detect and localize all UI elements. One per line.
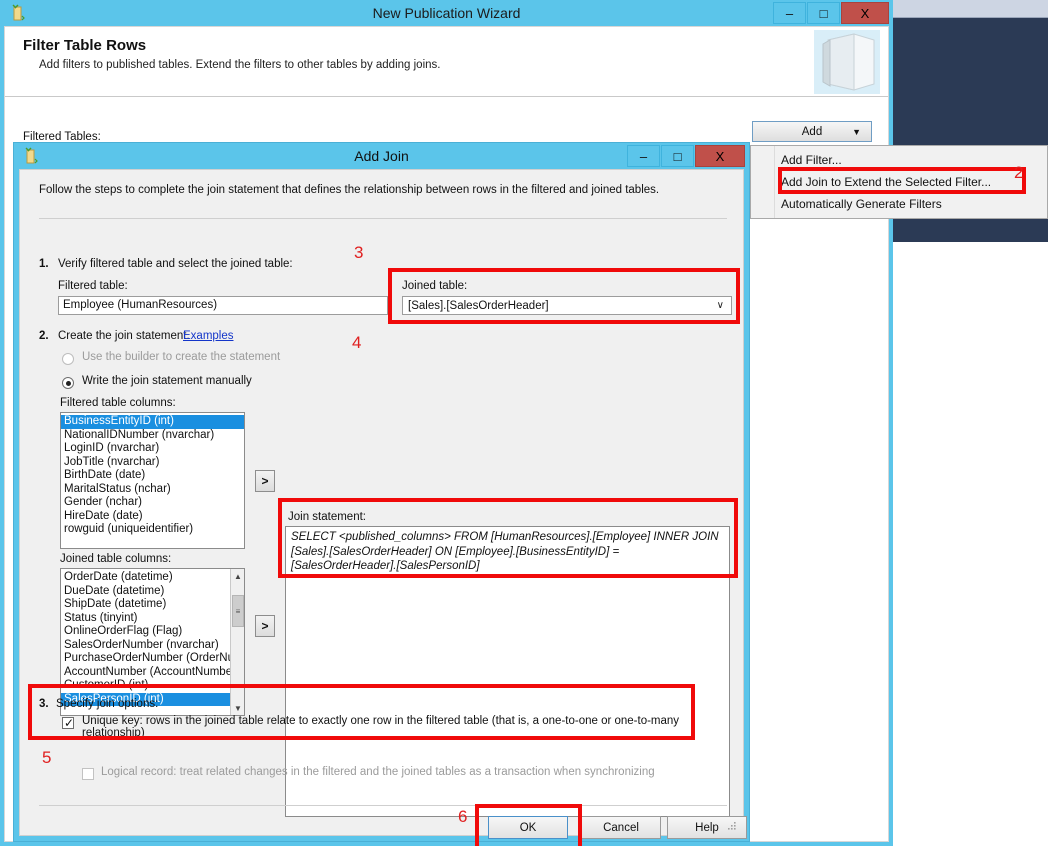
wizard-maximize-button[interactable]: □ — [807, 2, 840, 24]
list-item[interactable]: SalesOrderNumber (nvarchar) — [61, 639, 244, 653]
radio-write-manually-label: Write the join statement manually — [82, 375, 252, 387]
list-item[interactable]: JobTitle (nvarchar) — [61, 456, 244, 470]
divider-footer — [39, 805, 727, 806]
annotation-highlight-add-join — [778, 167, 1026, 194]
filtered-table-field: Employee (HumanResources) — [58, 296, 388, 315]
dialog-minimize-button[interactable]: – — [627, 145, 660, 167]
wizard-close-button[interactable]: X — [841, 2, 889, 24]
list-item[interactable]: DueDate (datetime) — [61, 585, 244, 599]
dialog-intro-text: Follow the steps to complete the join st… — [39, 184, 659, 196]
annotation-highlight-joined-table — [388, 268, 740, 324]
list-item[interactable]: Status (tinyint) — [61, 612, 244, 626]
wizard-window-controls: – □ X — [772, 2, 889, 24]
scrollbar-thumb[interactable]: ≡ — [232, 595, 244, 627]
divider-top — [39, 218, 727, 219]
list-item[interactable]: AccountNumber (AccountNumber) — [61, 666, 244, 680]
wizard-title-text: New Publication Wizard — [0, 0, 893, 26]
list-item[interactable]: BusinessEntityID (int) — [61, 415, 244, 429]
cancel-button[interactable]: Cancel — [581, 816, 661, 839]
list-item[interactable]: HireDate (date) — [61, 510, 244, 524]
radio-selected-dot — [66, 381, 71, 386]
annotation-marker-5: 5 — [42, 748, 51, 768]
dialog-maximize-button[interactable]: □ — [661, 145, 694, 167]
list-item[interactable]: rowguid (uniqueidentifier) — [61, 523, 244, 537]
chevron-down-icon: ▼ — [852, 127, 861, 137]
list-item[interactable]: Gender (nchar) — [61, 496, 244, 510]
add-button-label: Add — [802, 126, 822, 138]
examples-link[interactable]: Examples — [183, 330, 234, 342]
annotation-marker-3: 3 — [354, 243, 363, 263]
move-filtered-column-button[interactable]: > — [255, 470, 275, 492]
annotation-marker-2: 2 — [1014, 163, 1023, 183]
radio-use-builder-label: Use the builder to create the statement — [82, 351, 280, 363]
annotation-highlight-ok — [475, 804, 582, 846]
wizard-header: Filter Table Rows Add filters to publish… — [5, 27, 888, 97]
menu-item-automatically-generate-filters[interactable]: Automatically Generate Filters — [781, 193, 942, 215]
list-item[interactable]: MaritalStatus (nchar) — [61, 483, 244, 497]
list-item[interactable]: OnlineOrderFlag (Flag) — [61, 625, 244, 639]
annotation-marker-4: 4 — [352, 333, 361, 353]
page-subtitle: Add filters to published tables. Extend … — [39, 59, 440, 71]
resize-grip-icon[interactable] — [727, 821, 737, 831]
annotation-marker-6: 6 — [458, 807, 467, 827]
list-item[interactable]: NationalIDNumber (nvarchar) — [61, 429, 244, 443]
dialog-content: Follow the steps to complete the join st… — [19, 169, 744, 836]
list-item[interactable]: PurchaseOrderNumber (OrderNum — [61, 652, 244, 666]
step1-text: Verify filtered table and select the joi… — [58, 258, 293, 270]
dialog-title-bar[interactable]: Add Join – □ X — [14, 143, 749, 169]
wizard-title-bar[interactable]: New Publication Wizard – □ X — [0, 0, 893, 26]
screen-root: New Publication Wizard – □ X Filter Tabl… — [0, 0, 1048, 846]
add-join-dialog: Add Join – □ X Follow the steps to compl… — [13, 142, 750, 842]
page-title: Filter Table Rows — [23, 37, 146, 54]
filtered-columns-label: Filtered table columns: — [60, 397, 176, 409]
list-item[interactable]: BirthDate (date) — [61, 469, 244, 483]
logical-record-label: Logical record: treat related changes in… — [101, 766, 655, 778]
desktop-background-topbar — [893, 0, 1048, 18]
filtered-table-columns-list[interactable]: BusinessEntityID (int) NationalIDNumber … — [60, 412, 245, 549]
menu-gutter — [751, 146, 775, 218]
dialog-window-controls: – □ X — [626, 145, 745, 167]
radio-use-builder[interactable] — [62, 353, 74, 365]
scroll-up-icon[interactable]: ▲ — [231, 569, 245, 583]
filtered-table-label: Filtered table: — [58, 280, 128, 292]
list-item[interactable]: LoginID (nvarchar) — [61, 442, 244, 456]
step2-text: Create the join statement. — [58, 330, 190, 342]
annotation-highlight-join-options — [28, 684, 695, 740]
dialog-close-button[interactable]: X — [695, 145, 745, 167]
wizard-minimize-button[interactable]: – — [773, 2, 806, 24]
logical-record-checkbox[interactable] — [82, 768, 94, 780]
step1-number: 1. — [39, 258, 49, 270]
list-item[interactable]: OrderDate (datetime) — [61, 571, 244, 585]
add-button[interactable]: Add ▼ — [752, 121, 872, 142]
annotation-highlight-join-statement — [278, 498, 738, 578]
add-dropdown-menu: Add Filter... Add Join to Extend the Sel… — [750, 145, 1048, 219]
radio-write-manually[interactable] — [62, 377, 74, 389]
joined-columns-label: Joined table columns: — [60, 553, 171, 565]
list-item[interactable]: ShipDate (datetime) — [61, 598, 244, 612]
step2-number: 2. — [39, 330, 49, 342]
move-joined-column-button[interactable]: > — [255, 615, 275, 637]
book-icon — [814, 30, 880, 94]
